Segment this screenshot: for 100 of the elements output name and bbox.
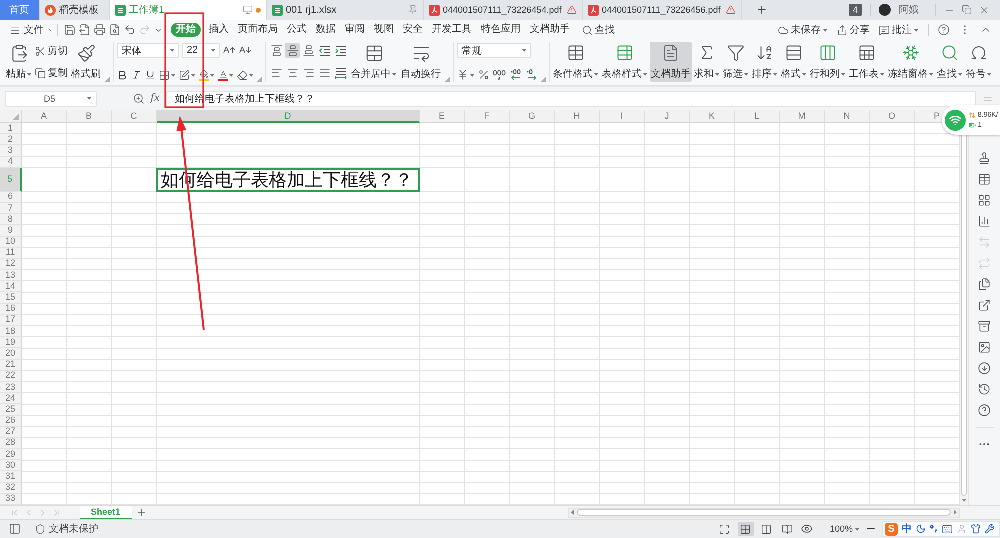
share-button[interactable]: 分享 <box>837 23 870 37</box>
alignment-button[interactable] <box>317 43 332 58</box>
row-header[interactable]: 10 <box>0 236 22 248</box>
close-icon[interactable] <box>979 4 990 16</box>
column-header[interactable]: H <box>555 110 600 123</box>
bold-icon[interactable] <box>117 70 128 81</box>
ribbon-tab[interactable]: 文档助手 <box>529 23 571 37</box>
ribbon-button[interactable]: 条件格式 <box>552 42 600 82</box>
circle-arrow-down-icon[interactable] <box>978 362 991 375</box>
row-header[interactable]: 12 <box>0 258 22 270</box>
punctuation-icon[interactable] <box>930 524 938 534</box>
row-header[interactable]: 6 <box>0 192 22 203</box>
italic-icon[interactable] <box>131 70 142 81</box>
keyboard-icon[interactable] <box>942 524 953 534</box>
font-name-field[interactable]: 宋体 <box>117 43 179 58</box>
protection-status[interactable]: 文档未保护 <box>35 522 99 536</box>
borders-icon[interactable] <box>159 70 170 81</box>
panel-icon[interactable] <box>9 523 21 535</box>
column-header[interactable]: C <box>112 110 157 123</box>
merge-center-button[interactable]: 合并居中 <box>350 42 398 82</box>
scroll-left-icon[interactable] <box>571 510 574 515</box>
ribbon-button[interactable]: 格式 <box>780 42 808 82</box>
row-header[interactable]: 15 <box>0 292 22 304</box>
row-header[interactable]: 8 <box>0 214 22 226</box>
comment-button[interactable]: 批注 <box>879 23 919 37</box>
row-header[interactable]: 27 <box>0 426 22 438</box>
column-header[interactable]: E <box>420 110 465 123</box>
undo-icon[interactable] <box>124 24 136 36</box>
row-header[interactable]: 3 <box>0 145 22 157</box>
font-color-icon[interactable] <box>218 70 228 81</box>
font-size-field[interactable]: 22 <box>182 43 220 58</box>
help-icon[interactable] <box>978 404 991 417</box>
four-squares-icon[interactable] <box>978 194 991 207</box>
zoom-level[interactable]: 100% <box>830 524 860 534</box>
eye-icon[interactable] <box>800 523 813 535</box>
ribbon-button[interactable]: 查找 <box>936 42 964 82</box>
ribbon-tab[interactable]: 开发工具 <box>431 23 473 37</box>
row-header[interactable]: 9 <box>0 225 22 236</box>
row-header[interactable]: 23 <box>0 382 22 394</box>
column-header[interactable]: M <box>780 110 825 123</box>
thousands-separator-icon[interactable] <box>493 69 506 81</box>
row-header[interactable]: 30 <box>0 460 22 472</box>
ribbon-button[interactable]: 行和列 <box>809 42 847 82</box>
row-header[interactable]: 22 <box>0 370 22 382</box>
underline-icon[interactable] <box>145 70 156 81</box>
ribbon-tab[interactable]: 插入 <box>208 23 230 37</box>
ribbon-button[interactable]: 冻结窗格 <box>887 42 935 82</box>
ribbon-tab[interactable]: 开始 <box>171 23 201 37</box>
column-header[interactable]: A <box>22 110 67 123</box>
scrollbar-thumb[interactable] <box>577 509 951 516</box>
save-icon[interactable] <box>64 24 76 36</box>
ribbon-button[interactable]: 工作表 <box>848 42 886 82</box>
ribbon-button[interactable]: 筛选 <box>722 42 750 82</box>
yen-icon[interactable] <box>457 69 469 81</box>
wrench-icon[interactable] <box>985 524 995 534</box>
input-method-logo[interactable]: S <box>885 522 898 536</box>
sheet-tab[interactable]: Sheet1 <box>80 506 132 519</box>
row-header[interactable]: 14 <box>0 281 22 292</box>
file-menu[interactable]: 文件 <box>8 23 57 37</box>
scroll-down-icon[interactable] <box>962 499 966 502</box>
square-pen-icon[interactable] <box>179 70 190 81</box>
number-format-field[interactable]: 常规 <box>457 43 531 58</box>
ribbon-button[interactable]: 排序 <box>751 42 779 82</box>
horizontal-scrollbar[interactable] <box>568 508 960 518</box>
paste-button[interactable]: 粘贴 <box>5 42 33 82</box>
row-header[interactable]: 29 <box>0 449 22 460</box>
row-header[interactable]: 26 <box>0 416 22 427</box>
eraser-icon[interactable] <box>237 70 248 81</box>
alignment-button[interactable] <box>333 43 348 58</box>
row-header[interactable]: 19 <box>0 337 22 348</box>
increase-decimal-icon[interactable] <box>509 69 522 81</box>
ribbon-button[interactable]: 表格样式 <box>601 42 649 82</box>
row-header[interactable]: 24 <box>0 393 22 404</box>
column-header[interactable]: O <box>870 110 915 123</box>
monitor-icon[interactable] <box>243 5 253 15</box>
row-header[interactable]: 16 <box>0 304 22 315</box>
format-painter-button[interactable]: 格式刷 <box>70 42 102 82</box>
view-button[interactable] <box>738 522 754 536</box>
ribbon-tab[interactable]: 特色应用 <box>480 23 522 37</box>
ribbon-tab[interactable]: 数据 <box>315 23 337 37</box>
square-arrow-icon[interactable] <box>978 299 991 312</box>
alignment-button[interactable] <box>333 65 348 80</box>
input-mode-label[interactable]: 中 <box>902 522 912 536</box>
column-header[interactable]: B <box>67 110 112 123</box>
row-header[interactable]: 17 <box>0 314 22 326</box>
row-header[interactable]: 32 <box>0 482 22 494</box>
file-search-icon[interactable] <box>109 24 121 36</box>
ribbon-button[interactable]: 符号 <box>965 42 993 82</box>
clock-arrow-icon[interactable] <box>978 383 991 396</box>
row-header[interactable]: 2 <box>0 134 22 146</box>
ribbon-button[interactable]: 文档助手 <box>650 42 692 82</box>
zoom-in-icon[interactable] <box>132 92 145 104</box>
cut-button[interactable]: 剪切 <box>35 43 68 59</box>
name-box[interactable]: D5 <box>5 90 97 106</box>
ribbon-tab[interactable]: 公式 <box>286 23 308 37</box>
bar-chart-icon[interactable] <box>978 215 991 228</box>
column-header[interactable]: I <box>600 110 645 123</box>
column-header[interactable]: G <box>510 110 555 123</box>
row-header[interactable]: 7 <box>0 202 22 214</box>
file-arrow-icon[interactable] <box>79 24 91 36</box>
